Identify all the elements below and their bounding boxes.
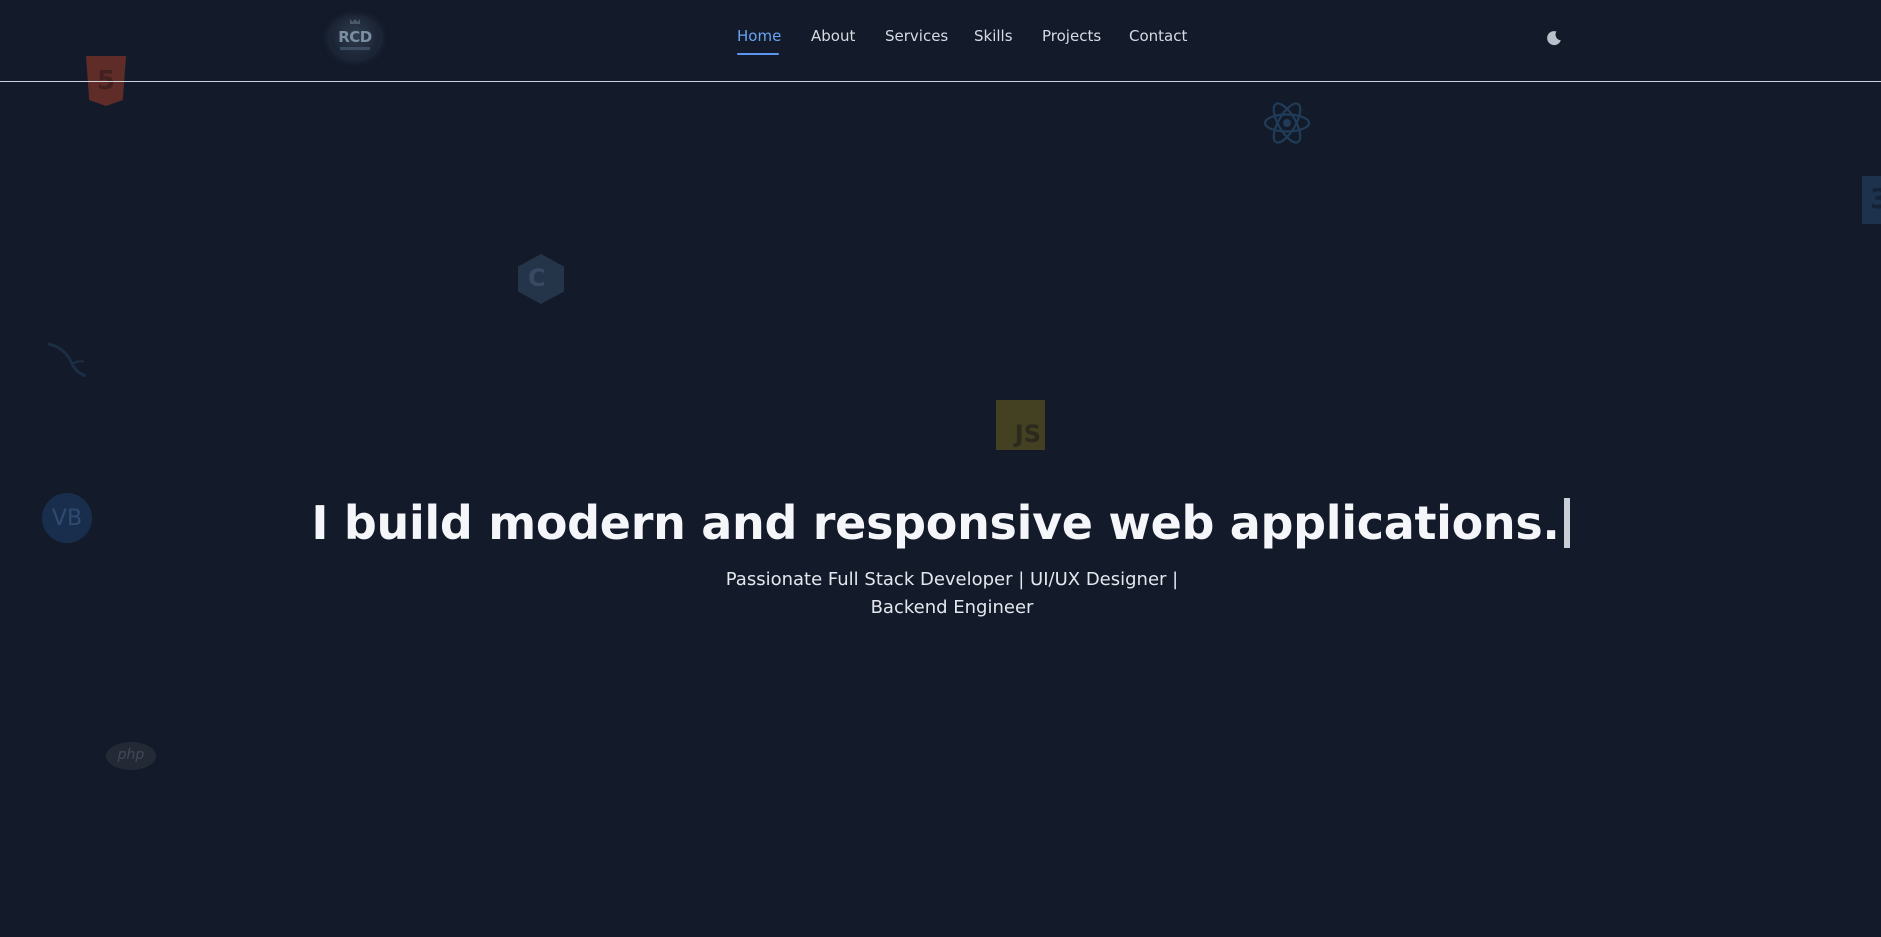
nav-item-services[interactable]: Services [885,27,948,45]
cpp-icon: C [518,254,564,304]
javascript-icon: JS [996,400,1045,450]
hero-title-text: I build modern and responsive web applic… [311,496,1560,550]
nav-item-projects[interactable]: Projects [1042,27,1101,45]
nav-item-contact[interactable]: Contact [1129,27,1187,45]
hero-title: I build modern and responsive web applic… [0,496,1881,550]
nav-active-indicator [737,53,779,55]
php-icon-glyph: php [117,747,145,763]
cpp-icon-glyph: C [528,264,546,292]
page: 5 3 C JS VB php RCD Home About Services … [0,0,1881,937]
php-icon: php [106,742,156,770]
main-nav: Home About Services Skills Projects Cont… [0,27,1881,57]
nav-item-skills[interactable]: Skills [974,27,1013,45]
react-icon [1263,102,1311,144]
site-header: RCD Home About Services Skills Projects … [0,0,1881,82]
nav-item-home[interactable]: Home [737,27,781,45]
moon-icon[interactable] [1545,29,1563,47]
css3-icon-glyph: 3 [1870,182,1881,215]
css3-icon: 3 [1862,176,1881,224]
hero-subtitle: Passionate Full Stack Developer | UI/UX … [725,569,1179,618]
mysql-icon [47,342,87,378]
javascript-icon-glyph: JS [1014,420,1041,448]
typing-caret [1563,498,1570,548]
crown-icon [350,19,360,24]
nav-item-about[interactable]: About [811,27,855,45]
